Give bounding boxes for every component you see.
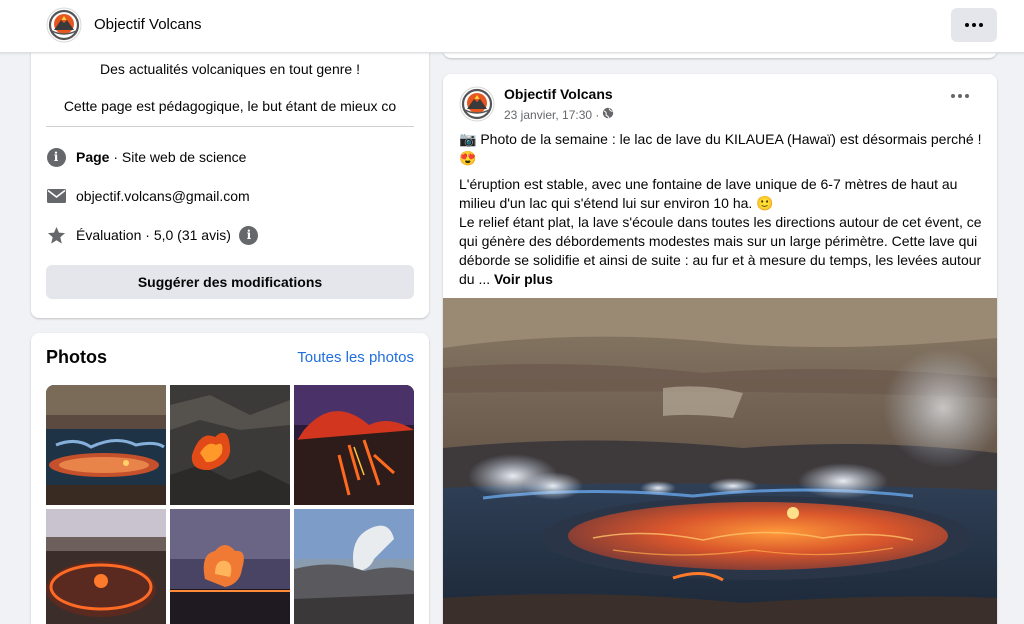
photo-thumbnail-lava-lake[interactable]	[46, 385, 166, 505]
post-date[interactable]: 23 janvier, 17:30 ·	[504, 108, 599, 122]
page-title[interactable]: Objectif Volcans	[94, 16, 202, 33]
post-more-options-button[interactable]	[951, 94, 969, 98]
post-image-kilauea-lava-lake[interactable]	[443, 298, 997, 624]
more-dots-icon	[965, 23, 983, 27]
rating-info-icon[interactable]: i	[239, 225, 259, 245]
photo-thumbnail-eruption-plume[interactable]	[170, 509, 290, 624]
globe-icon	[602, 107, 614, 122]
photo-thumbnail-lava-fountain[interactable]	[170, 385, 290, 505]
post-paragraph-2: L'éruption est stable, avec une fontaine…	[459, 176, 958, 211]
info-icon: i	[46, 147, 66, 167]
envelope-icon	[46, 186, 66, 206]
photo-thumbnail-night-eruption[interactable]	[294, 385, 414, 505]
post-meta: 23 janvier, 17:30 ·	[504, 107, 614, 122]
intro-card: Des actualités volcaniques en tout genre…	[31, 40, 429, 318]
info-rating-row: Évaluation · 5,0 (31 avis) i	[46, 224, 269, 246]
category-label: Page	[76, 149, 110, 165]
post-paragraph-3-wrap: Le relief étant plat, la lave s'écoule d…	[459, 213, 984, 289]
photo-thumbnail-crater-lake[interactable]	[46, 509, 166, 624]
divider	[46, 126, 414, 127]
intro-description-line1: Des actualités volcaniques en tout genre…	[100, 61, 360, 77]
info-category-row: i Page · Site web de science	[46, 146, 246, 168]
page-header: Objectif Volcans	[0, 0, 1024, 53]
star-icon	[46, 225, 66, 245]
page-logo[interactable]	[46, 7, 82, 43]
category-value: · Site web de science	[109, 149, 247, 165]
more-dots-icon	[951, 94, 969, 98]
post-author-avatar[interactable]	[459, 86, 495, 122]
info-email-row: objectif.volcans@gmail.com	[46, 185, 250, 207]
post-paragraph-1: 📷 Photo de la semaine : le lac de lave d…	[459, 131, 982, 166]
post-author-name[interactable]: Objectif Volcans	[504, 86, 613, 102]
see-more-link[interactable]: Voir plus	[494, 271, 553, 287]
see-all-photos-link[interactable]: Toutes les photos	[297, 349, 414, 366]
more-options-button[interactable]	[951, 8, 997, 42]
suggest-edits-button[interactable]: Suggérer des modifications	[46, 265, 414, 299]
photo-thumbnail-volcano-smoke[interactable]	[294, 509, 414, 624]
email-link[interactable]: objectif.volcans@gmail.com	[76, 188, 250, 204]
post-card: Objectif Volcans 23 janvier, 17:30 · 📷 P…	[443, 74, 997, 624]
photos-card: Photos Toutes les photos	[31, 333, 429, 624]
intro-description-line2: Cette page est pédagogique, le but étant…	[63, 98, 397, 114]
photos-title: Photos	[46, 347, 107, 367]
rating-text: Évaluation · 5,0 (31 avis)	[76, 227, 231, 243]
